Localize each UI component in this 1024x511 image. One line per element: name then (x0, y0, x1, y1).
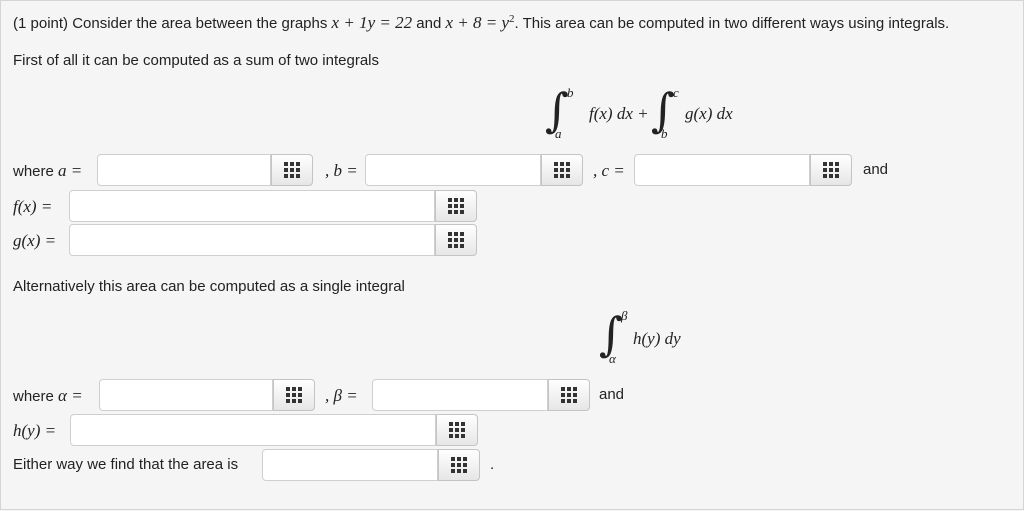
b-equation-editor-button[interactable] (541, 154, 583, 186)
problem-panel: (1 point) Consider the area between the … (0, 0, 1024, 510)
where-text: where (13, 163, 59, 180)
g-equation-editor-button[interactable] (435, 224, 477, 256)
a-equation-editor-button[interactable] (271, 154, 313, 186)
outro-text: . This area can be computed in two diffe… (514, 15, 950, 32)
and-text: and (412, 15, 446, 32)
h-label: h(y) = (13, 421, 57, 440)
equation-1: x + 1y = 22 (331, 13, 413, 32)
and-label-1: and (863, 161, 889, 178)
integrand-1: f(x) dx + (589, 104, 649, 123)
a-symbol: a = (58, 161, 83, 180)
integral-1-lower: a (555, 126, 562, 141)
f-equation-editor-button[interactable] (435, 190, 477, 222)
integral-2-upper: c (673, 85, 679, 100)
grid-icon (561, 387, 577, 403)
b-label: , b = (325, 161, 358, 180)
problem-statement: (1 point) Consider the area between the … (13, 13, 949, 33)
area-period: . (490, 456, 495, 473)
integral-3-lower: α (609, 351, 616, 366)
alpha-label: where α = (13, 386, 83, 406)
area-input[interactable] (262, 449, 438, 481)
integrand-3: h(y) dy (633, 329, 681, 348)
beta-input[interactable] (372, 379, 548, 411)
f-input[interactable] (69, 190, 435, 222)
grid-icon (449, 422, 465, 438)
alpha-input[interactable] (99, 379, 273, 411)
grid-icon (286, 387, 302, 403)
points-label: (1 point) (13, 15, 69, 32)
grid-icon (554, 162, 570, 178)
grid-icon (451, 457, 467, 473)
a-input[interactable] (97, 154, 271, 186)
f-label: f(x) = (13, 197, 53, 216)
a-label: where a = (13, 161, 82, 181)
equation-2: x + 8 = y (445, 13, 510, 32)
alpha-symbol: α = (58, 386, 83, 405)
area-label: Either way we find that the area is (13, 456, 239, 473)
c-input[interactable] (634, 154, 810, 186)
grid-icon (823, 162, 839, 178)
part2-text: Alternatively this area can be computed … (13, 278, 405, 295)
intro-text: Consider the area between the graphs (68, 15, 332, 32)
beta-label: , β = (325, 386, 358, 405)
beta-equation-editor-button[interactable] (548, 379, 590, 411)
b-input[interactable] (365, 154, 541, 186)
grid-icon (448, 198, 464, 214)
h-input[interactable] (70, 414, 436, 446)
grid-icon (284, 162, 300, 178)
integral-1-upper: b (567, 85, 574, 100)
part1-text: First of all it can be computed as a sum… (13, 52, 379, 69)
g-input[interactable] (69, 224, 435, 256)
h-equation-editor-button[interactable] (436, 414, 478, 446)
integral-2-lower: b (661, 126, 668, 141)
integral-3-upper: β (621, 308, 628, 323)
alpha-equation-editor-button[interactable] (273, 379, 315, 411)
integrand-2: g(x) dx (685, 104, 733, 123)
area-equation-editor-button[interactable] (438, 449, 480, 481)
g-label: g(x) = (13, 231, 57, 250)
c-equation-editor-button[interactable] (810, 154, 852, 186)
and-label-2: and (599, 386, 625, 403)
grid-icon (448, 232, 464, 248)
where-text-2: where (13, 388, 59, 405)
c-label: , c = (593, 161, 625, 180)
